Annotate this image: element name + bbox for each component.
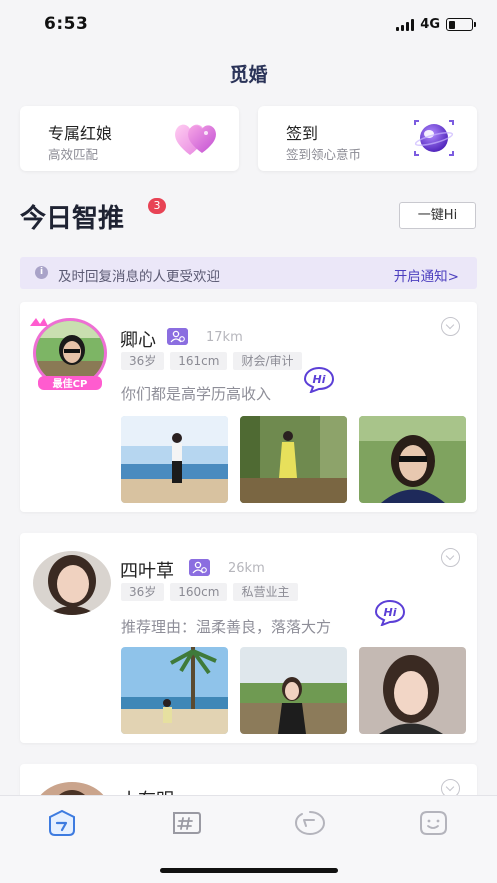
tab-profile[interactable]: [415, 808, 451, 838]
hashtag-icon: [173, 812, 201, 834]
profile-photo[interactable]: [240, 647, 347, 734]
hearts-icon: [175, 124, 216, 155]
verified-user-icon: [167, 328, 188, 345]
enable-notification-link[interactable]: 开启通知>: [394, 265, 459, 285]
battery-icon: [446, 18, 476, 31]
status-time: 6:53: [44, 14, 89, 34]
say-hi-button[interactable]: Hi: [303, 365, 335, 393]
profile-face-icon: [420, 811, 447, 835]
status-indicators: 4G: [396, 17, 476, 32]
profile-photo[interactable]: [240, 416, 347, 503]
profile-photo[interactable]: [121, 416, 228, 503]
avatar-frame-label: 最佳CP: [53, 377, 88, 390]
avatar[interactable]: 最佳CP: [26, 316, 114, 392]
distance-label: 17km: [206, 330, 243, 345]
profile-bio: 你们都是高学历高收入: [121, 385, 272, 403]
app-screen: 6:53 4G 觅婚 专属红娘 高效匹配 签到 签到领心意币 今日智推 3 一键…: [0, 0, 497, 883]
say-hi-button[interactable]: Hi: [374, 598, 406, 626]
height-tag: 161cm: [170, 352, 228, 370]
age-tag: 36岁: [121, 352, 165, 370]
checkin-card[interactable]: 签到 签到领心意币: [258, 106, 477, 171]
message-icon: [294, 811, 326, 836]
verified-user-icon: [189, 559, 210, 576]
profile-name[interactable]: 四叶草: [120, 557, 174, 583]
collapse-chevron-icon[interactable]: [441, 317, 460, 336]
matchmaker-title: 专属红娘: [48, 124, 113, 143]
photo-strip: [121, 416, 466, 503]
profile-name[interactable]: 卿心: [120, 326, 156, 352]
avatar[interactable]: [33, 551, 111, 615]
home-icon: [49, 809, 75, 836]
network-label: 4G: [420, 17, 440, 32]
profile-photo[interactable]: [359, 416, 466, 503]
photo-strip: [121, 647, 466, 734]
signal-icon: [396, 18, 415, 31]
notice-text: 及时回复消息的人更受欢迎: [58, 269, 220, 285]
section-title: 今日智推: [20, 204, 125, 234]
distance-label: 26km: [228, 561, 265, 576]
occupation-tag: 财会/审计: [233, 352, 302, 370]
tab-messages[interactable]: [292, 808, 328, 838]
planet-icon: [414, 120, 454, 156]
hi-label: Hi: [384, 606, 397, 619]
home-indicator[interactable]: [160, 868, 338, 873]
tab-home[interactable]: [44, 808, 80, 838]
hi-all-button[interactable]: 一键Hi: [399, 202, 476, 229]
profile-card[interactable]: 最佳CP 卿心 17km 36岁 161cm 财会/审计 你们都是高学历高收入 …: [20, 302, 477, 512]
profile-tags: 36岁 160cm 私营业主: [121, 583, 298, 601]
occupation-tag: 私营业主: [233, 583, 298, 601]
matchmaker-subtitle: 高效匹配: [48, 147, 99, 162]
profile-photo[interactable]: [359, 647, 466, 734]
collapse-chevron-icon[interactable]: [441, 548, 460, 567]
matchmaker-card[interactable]: 专属红娘 高效匹配: [20, 106, 239, 171]
checkin-subtitle: 签到领心意币: [286, 147, 362, 162]
profile-photo[interactable]: [121, 647, 228, 734]
age-tag: 36岁: [121, 583, 165, 601]
notification-banner: i 及时回复消息的人更受欢迎 开启通知>: [20, 257, 477, 289]
info-icon: i: [35, 266, 48, 279]
tab-topics[interactable]: [168, 808, 204, 838]
unread-badge: 3: [148, 198, 166, 214]
status-bar: 6:53 4G: [0, 0, 497, 50]
profile-tags: 36岁 161cm 财会/审计: [121, 352, 302, 370]
profile-card[interactable]: 四叶草 26km 36岁 160cm 私营业主 推荐理由：温柔善良，落落大方 H…: [20, 533, 477, 743]
page-title: 觅婚: [229, 64, 268, 86]
hi-label: Hi: [313, 373, 326, 386]
checkin-title: 签到: [286, 124, 319, 143]
height-tag: 160cm: [170, 583, 228, 601]
profile-bio: 推荐理由：温柔善良，落落大方: [121, 618, 332, 636]
